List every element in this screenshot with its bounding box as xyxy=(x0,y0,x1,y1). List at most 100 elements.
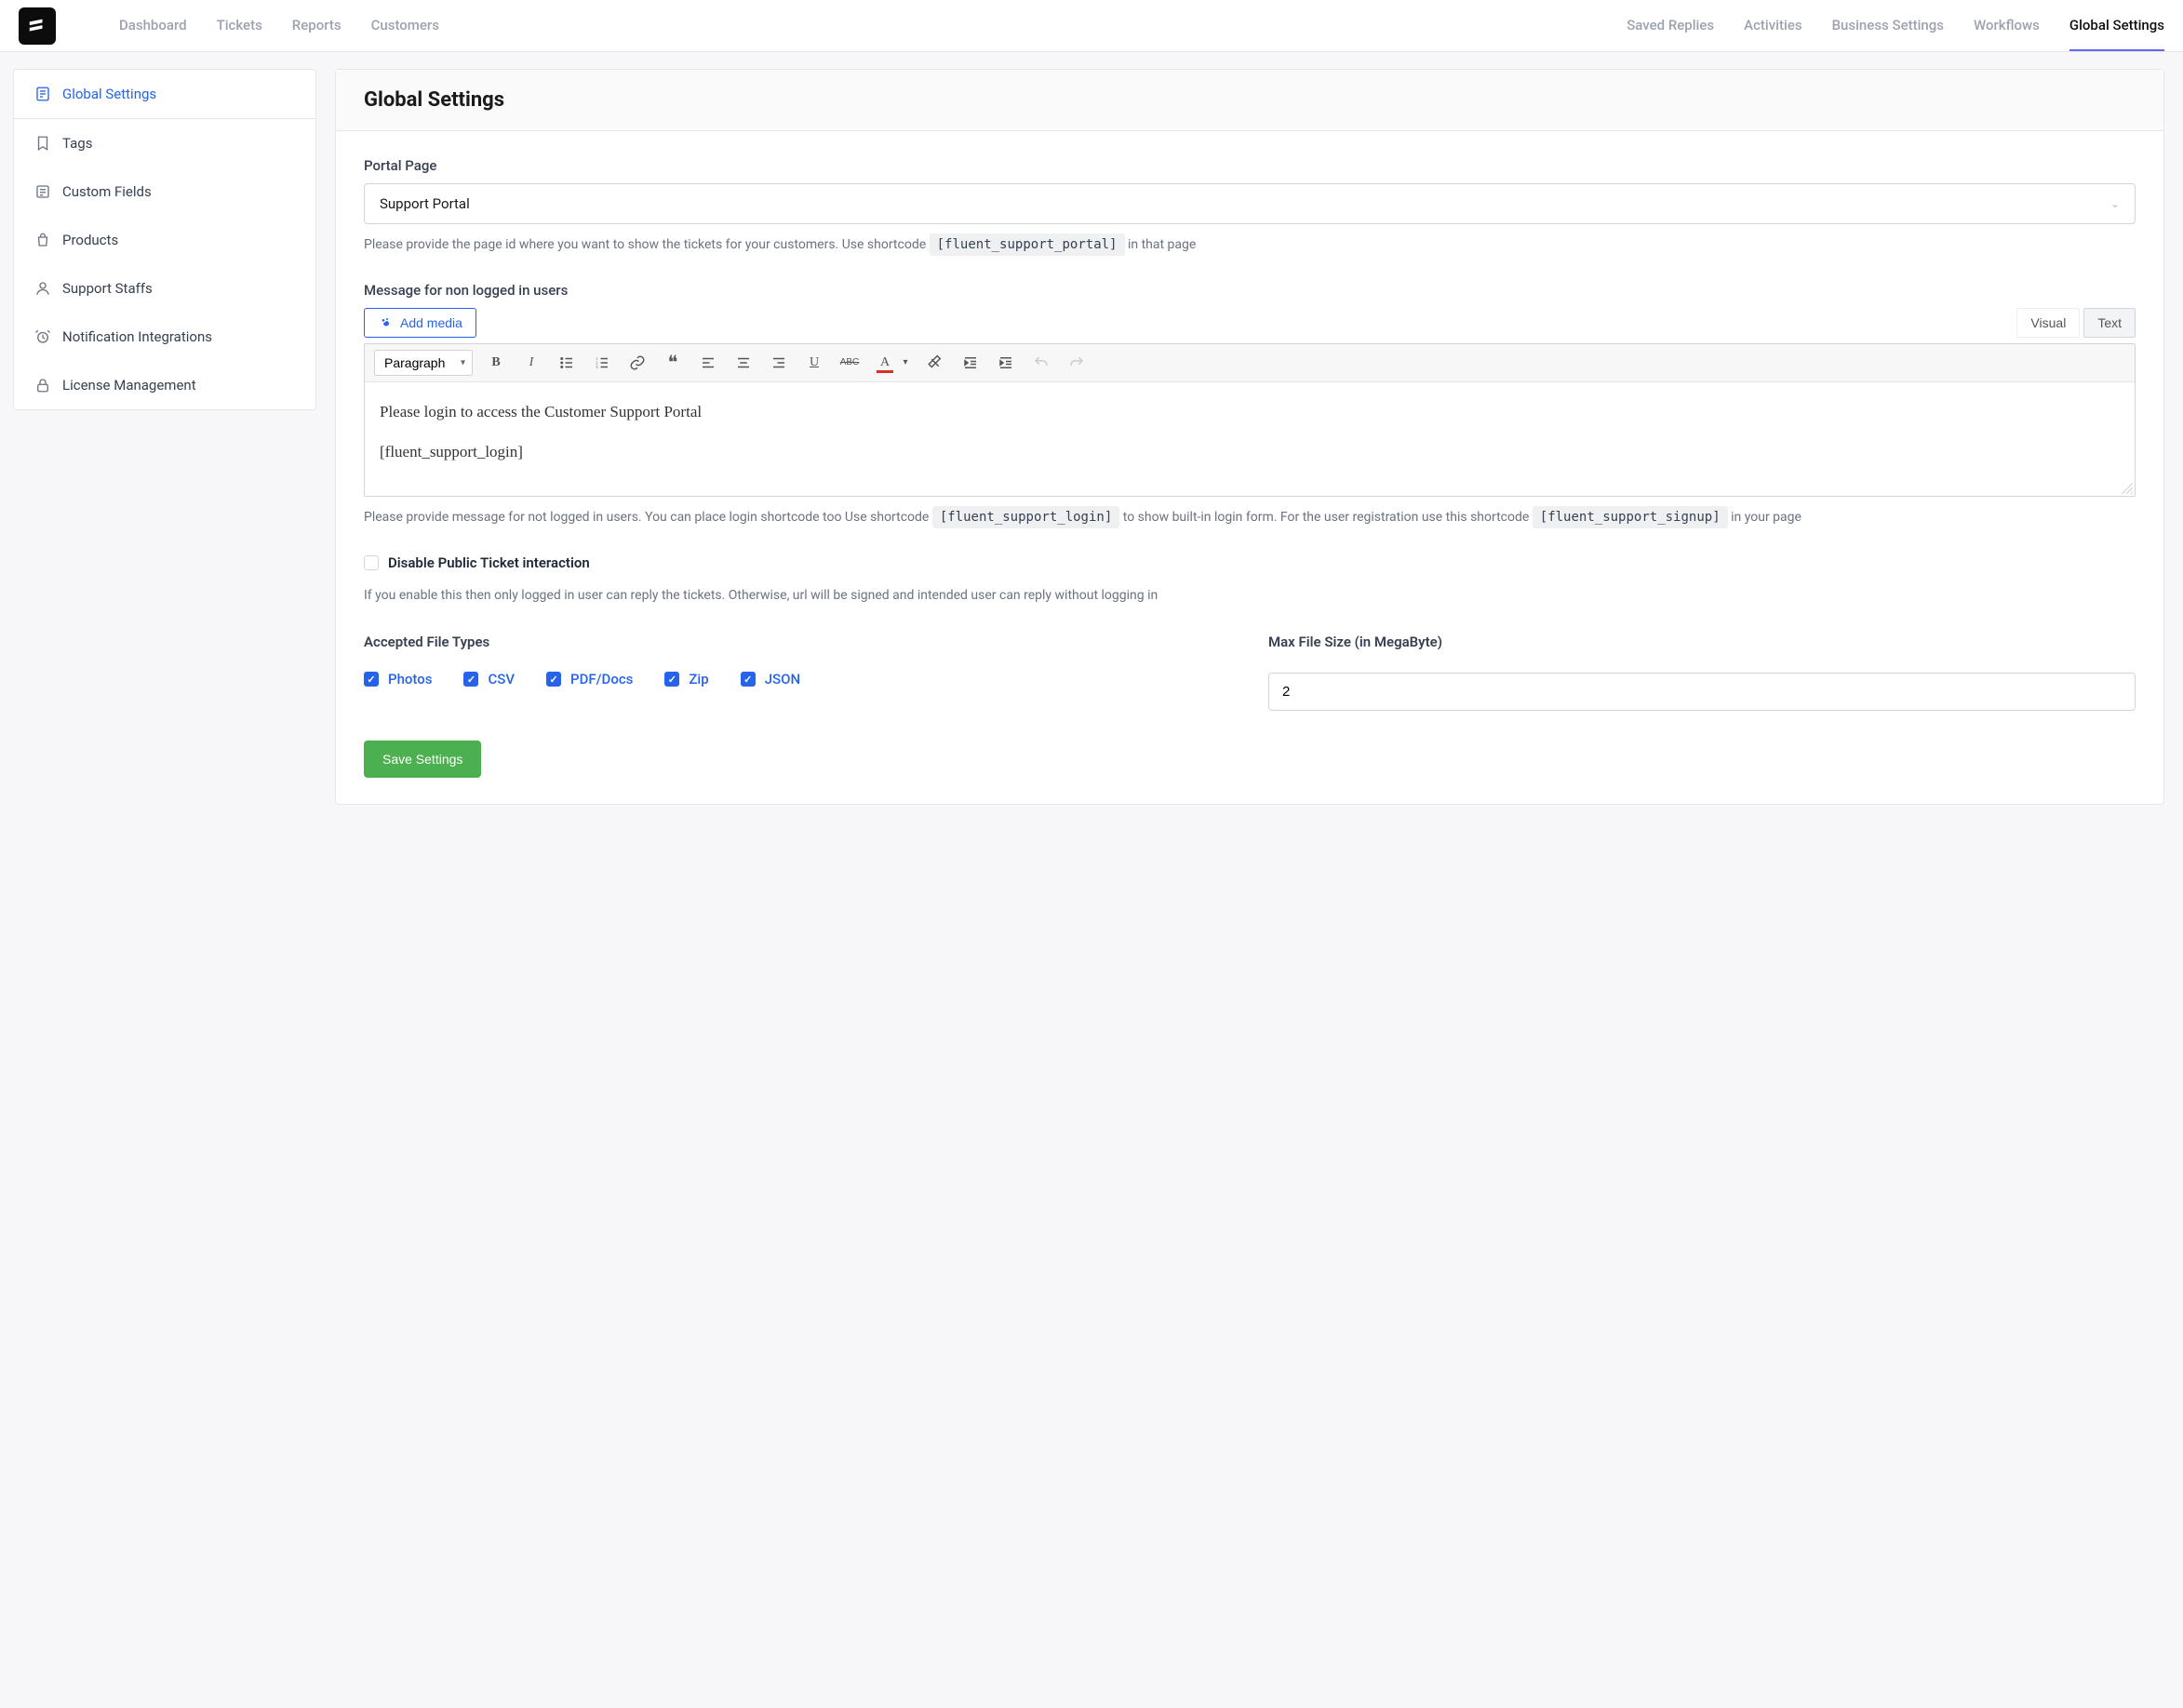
message-field: Message for non logged in users Add medi… xyxy=(364,282,2136,528)
disable-public-field: Disable Public Ticket interaction If you… xyxy=(364,554,2136,607)
sidebar-item-tags[interactable]: Tags xyxy=(14,119,315,167)
filetype-json[interactable]: JSON xyxy=(741,671,800,687)
nav-global-settings[interactable]: Global Settings xyxy=(2069,1,2164,51)
portal-page-select[interactable]: Support Portal ⌄ xyxy=(364,183,2136,224)
text-color-dropdown[interactable]: ▾ xyxy=(899,351,912,375)
login-shortcode: [fluent_support_login] xyxy=(932,506,1119,528)
nav-business-settings[interactable]: Business Settings xyxy=(1832,1,1944,51)
align-left-button[interactable] xyxy=(696,351,720,375)
signup-shortcode: [fluent_support_signup] xyxy=(1533,506,1728,528)
page-title: Global Settings xyxy=(364,88,2136,112)
portal-page-field: Portal Page Support Portal ⌄ Please prov… xyxy=(364,157,2136,256)
clear-format-button[interactable] xyxy=(923,351,947,375)
settings-sidebar: Global Settings Tags Custom Fields Produ… xyxy=(0,52,316,842)
sidebar-item-products[interactable]: Products xyxy=(14,216,315,264)
nav-dashboard[interactable]: Dashboard xyxy=(119,1,187,51)
align-center-button[interactable] xyxy=(731,351,756,375)
disable-public-checkbox[interactable] xyxy=(364,555,379,570)
quote-button[interactable]: ❝ xyxy=(661,351,685,375)
bookmark-icon xyxy=(34,135,51,152)
file-types-field: Accepted File Types Photos CSV xyxy=(364,634,1231,711)
app-logo xyxy=(19,7,56,45)
filetype-pdf[interactable]: PDF/Docs xyxy=(546,671,633,687)
editor-content-area[interactable]: Please login to access the Customer Supp… xyxy=(365,382,2135,496)
sidebar-item-label: Products xyxy=(62,232,118,248)
portal-shortcode: [fluent_support_portal] xyxy=(930,234,1125,256)
sidebar-item-label: Support Staffs xyxy=(62,280,153,297)
filetype-csv[interactable]: CSV xyxy=(463,671,515,687)
message-help: Please provide message for not logged in… xyxy=(364,508,2136,528)
list-icon xyxy=(34,183,51,200)
filetype-photos[interactable]: Photos xyxy=(364,671,432,687)
underline-button[interactable]: U xyxy=(802,351,826,375)
nav-activities[interactable]: Activities xyxy=(1744,1,1801,51)
max-file-size-input[interactable] xyxy=(1268,673,2136,711)
top-nav: Dashboard Tickets Reports Customers Save… xyxy=(119,1,2164,51)
nav-customers[interactable]: Customers xyxy=(371,1,439,51)
message-label: Message for non logged in users xyxy=(364,282,2136,299)
nav-saved-replies[interactable]: Saved Replies xyxy=(1627,1,1714,51)
format-select[interactable]: Paragraph xyxy=(374,350,473,376)
top-nav-bar: Dashboard Tickets Reports Customers Save… xyxy=(0,0,2183,52)
strikethrough-button[interactable]: ABC xyxy=(837,351,862,375)
nav-reports[interactable]: Reports xyxy=(292,1,342,51)
editor-line: [fluent_support_login] xyxy=(380,439,2120,464)
disable-public-label: Disable Public Ticket interaction xyxy=(388,554,590,571)
bag-icon xyxy=(34,232,51,248)
logo-icon xyxy=(27,16,47,36)
nav-tickets[interactable]: Tickets xyxy=(217,1,262,51)
filetype-zip[interactable]: Zip xyxy=(664,671,708,687)
file-types-label: Accepted File Types xyxy=(364,634,1231,650)
redo-button[interactable] xyxy=(1065,351,1089,375)
sidebar-item-label: Global Settings xyxy=(62,86,156,102)
text-color-button[interactable]: A xyxy=(873,351,897,375)
sidebar-item-global-settings[interactable]: Global Settings xyxy=(14,70,315,119)
filetype-photos-checkbox[interactable] xyxy=(364,672,379,687)
sidebar-item-support-staffs[interactable]: Support Staffs xyxy=(14,264,315,313)
sidebar-item-label: Notification Integrations xyxy=(62,328,212,345)
editor-tab-text[interactable]: Text xyxy=(2083,308,2136,338)
portal-page-help: Please provide the page id where you wan… xyxy=(364,235,2136,256)
panel-header: Global Settings xyxy=(336,70,2163,131)
sidebar-item-license-management[interactable]: License Management xyxy=(14,361,315,409)
sidebar-item-label: License Management xyxy=(62,377,196,394)
editor-line: Please login to access the Customer Supp… xyxy=(380,399,2120,424)
align-right-button[interactable] xyxy=(767,351,791,375)
bold-button[interactable]: B xyxy=(484,351,508,375)
portal-page-selected: Support Portal xyxy=(380,195,470,212)
disable-public-help: If you enable this then only logged in u… xyxy=(364,586,2136,607)
filetype-zip-checkbox[interactable] xyxy=(664,672,679,687)
sidebar-item-custom-fields[interactable]: Custom Fields xyxy=(14,167,315,216)
portal-page-label: Portal Page xyxy=(364,157,2136,174)
sidebar-item-label: Tags xyxy=(62,135,92,152)
filetype-csv-checkbox[interactable] xyxy=(463,672,478,687)
main-content: Global Settings Portal Page Support Port… xyxy=(316,52,2183,842)
lock-icon xyxy=(34,377,51,394)
undo-button[interactable] xyxy=(1029,351,1053,375)
filetype-json-checkbox[interactable] xyxy=(741,672,756,687)
sidebar-item-label: Custom Fields xyxy=(62,183,152,200)
link-button[interactable] xyxy=(625,351,650,375)
chevron-down-icon: ⌄ xyxy=(2110,197,2120,210)
max-file-size-label: Max File Size (in MegaByte) xyxy=(1268,634,2136,650)
filetype-pdf-checkbox[interactable] xyxy=(546,672,561,687)
editor-toolbar: Paragraph B I 123 xyxy=(365,344,2135,382)
max-file-size-field: Max File Size (in MegaByte) xyxy=(1268,634,2136,711)
indent-button[interactable] xyxy=(994,351,1018,375)
italic-button[interactable]: I xyxy=(519,351,543,375)
alarm-icon xyxy=(34,328,51,345)
user-icon xyxy=(34,280,51,297)
nav-workflows[interactable]: Workflows xyxy=(1974,1,2040,51)
editor-tab-visual[interactable]: Visual xyxy=(2016,308,2080,338)
number-list-button[interactable]: 123 xyxy=(590,351,614,375)
sidebar-item-notification-integrations[interactable]: Notification Integrations xyxy=(14,313,315,361)
svg-text:3: 3 xyxy=(596,365,598,369)
bullet-list-button[interactable] xyxy=(555,351,579,375)
save-settings-button[interactable]: Save Settings xyxy=(364,741,481,778)
media-icon xyxy=(378,315,393,330)
outdent-button[interactable] xyxy=(958,351,983,375)
resize-handle-icon[interactable] xyxy=(2120,481,2133,494)
settings-page-icon xyxy=(34,86,51,102)
wysiwyg-editor: Paragraph B I 123 xyxy=(364,343,2136,497)
add-media-button[interactable]: Add media xyxy=(364,308,476,338)
